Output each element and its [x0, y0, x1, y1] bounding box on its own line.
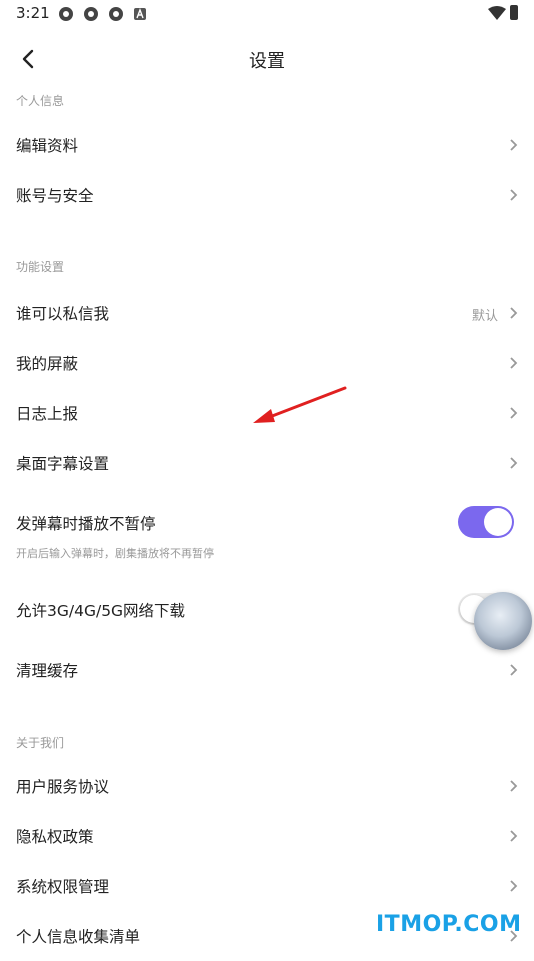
app-notification-icon [109, 7, 123, 21]
row-label: 个人信息收集清单 [16, 928, 141, 946]
row-label: 桌面字幕设置 [16, 455, 110, 473]
danmaku-no-pause-toggle[interactable] [458, 506, 514, 538]
row-value: 默认 [471, 309, 498, 324]
section-label-function: 功能设置 [16, 260, 65, 274]
settings-row-edit-profile[interactable]: 编辑资料 [0, 120, 534, 170]
a-notification-icon [134, 8, 146, 20]
wifi-icon [488, 6, 506, 20]
app-header: 设置 [0, 36, 534, 84]
row-label: 谁可以私信我 [16, 305, 110, 323]
toggle-knob [484, 508, 512, 536]
settings-row-who-can-message[interactable]: 谁可以私信我 默认 [0, 288, 534, 338]
app-notification-icon [84, 7, 98, 21]
chevron-right-icon [510, 880, 518, 892]
chevron-right-icon [510, 664, 518, 676]
page-title: 设置 [249, 51, 285, 72]
row-label: 账号与安全 [16, 187, 94, 205]
settings-row-account-security[interactable]: 账号与安全 [0, 170, 534, 220]
battery-icon [510, 5, 518, 20]
row-label: 我的屏蔽 [16, 355, 79, 373]
settings-row-clear-cache[interactable]: 清理缓存 [0, 645, 534, 695]
chevron-right-icon [510, 780, 518, 792]
row-label: 系统权限管理 [16, 878, 110, 896]
settings-row-privacy-policy[interactable]: 隐私权政策 [0, 811, 534, 861]
settings-row-user-agreement[interactable]: 用户服务协议 [0, 761, 534, 811]
chevron-right-icon [510, 830, 518, 842]
row-label: 用户服务协议 [16, 778, 110, 796]
chevron-right-icon [510, 139, 518, 151]
section-label-about: 关于我们 [16, 736, 65, 750]
status-time: 3:21 [16, 4, 50, 22]
settings-row-system-permissions[interactable]: 系统权限管理 [0, 861, 534, 911]
row-label: 发弹幕时播放不暂停 [16, 515, 156, 533]
status-bar: 3:21 [0, 0, 534, 28]
chevron-right-icon [510, 457, 518, 469]
chevron-right-icon [510, 357, 518, 369]
section-label-personal: 个人信息 [16, 94, 65, 108]
chevron-right-icon [510, 407, 518, 419]
settings-row-danmaku-no-pause: 发弹幕时播放不暂停 [0, 498, 534, 548]
floating-avatar-bubble[interactable] [474, 592, 532, 650]
row-label: 允许3G/4G/5G网络下载 [16, 602, 186, 620]
chevron-right-icon [510, 189, 518, 201]
row-description: 开启后输入弹幕时，剧集播放将不再暂停 [16, 547, 214, 560]
chevron-right-icon [510, 307, 518, 319]
settings-row-allow-mobile-download: 允许3G/4G/5G网络下载 [0, 585, 534, 635]
row-label: 日志上报 [16, 405, 79, 423]
annotation-arrow-icon [253, 386, 347, 423]
settings-row-desktop-subtitle[interactable]: 桌面字幕设置 [0, 438, 534, 488]
app-notification-icon [59, 7, 73, 21]
row-label: 编辑资料 [16, 137, 79, 155]
watermark-logo: ITMOP.COM [376, 912, 522, 937]
row-label: 清理缓存 [16, 662, 79, 680]
row-label: 隐私权政策 [16, 828, 94, 846]
